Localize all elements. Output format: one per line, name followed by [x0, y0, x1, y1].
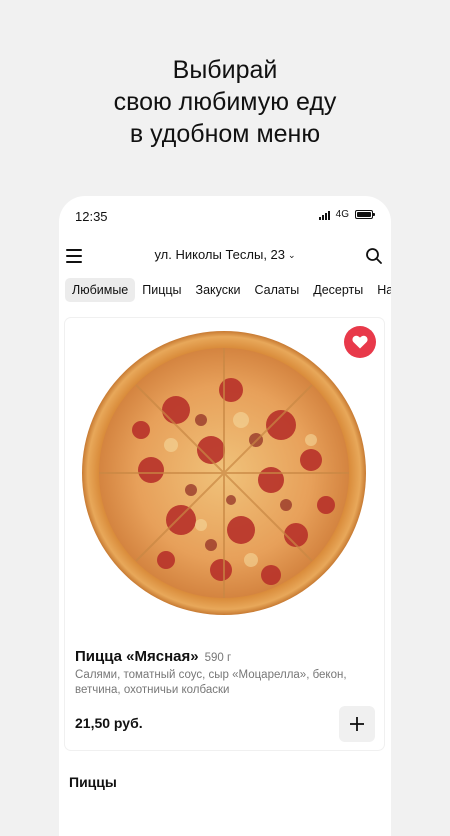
tab-pizzas[interactable]: Пиццы [135, 278, 188, 302]
product-description: Салями, томатный соус, сыр «Моцарелла», … [75, 669, 347, 696]
address-label: ул. Николы Теслы, 23 [154, 247, 285, 262]
plus-icon [350, 717, 364, 731]
tab-salads[interactable]: Салаты [247, 278, 306, 302]
tab-desserts[interactable]: Десерты [306, 278, 370, 302]
battery-icon [355, 210, 375, 219]
heart-icon [352, 335, 368, 349]
signal-icon [318, 210, 330, 220]
pizza-image [82, 331, 366, 615]
section-title: Пиццы [69, 774, 117, 790]
address-selector[interactable]: ул. Николы Теслы, 23 ⌄ [59, 247, 391, 262]
headline-line-2: свою любимую еду [113, 88, 337, 116]
tab-drinks[interactable]: На [370, 278, 391, 302]
category-tabs: Любимые Пиццы Закуски Салаты Десерты На [65, 278, 391, 302]
product-name-row: Пицца «Мясная» 590 г [75, 648, 231, 665]
promo-headline: Выбирай свою любимую еду в удобном меню [0, 54, 450, 150]
tab-favorites[interactable]: Любимые [65, 278, 136, 302]
headline-line-1: Выбирай [172, 56, 278, 84]
search-icon[interactable] [365, 247, 383, 265]
status-bar: 12:35 4G [59, 196, 391, 236]
product-card[interactable]: Пицца «Мясная» 590 г Салями, томатный соу… [65, 318, 384, 750]
status-indicators: 4G [318, 209, 375, 220]
app-header: ул. Николы Теслы, 23 ⌄ [59, 242, 391, 270]
product-price: 21,50 руб. [75, 715, 143, 731]
product-name: Пицца «Мясная» [75, 648, 199, 665]
favorite-heart-button[interactable] [344, 326, 376, 358]
headline-line-3: в удобном меню [129, 120, 321, 148]
add-to-cart-button[interactable] [339, 706, 375, 742]
tab-snacks[interactable]: Закуски [189, 278, 248, 302]
phone-screen: 12:35 4G ул. Николы Теслы, 23 ⌄ Любимые П… [59, 196, 391, 836]
network-type: 4G [335, 209, 349, 220]
status-time: 12:35 [75, 209, 108, 224]
product-weight: 590 г [204, 652, 232, 664]
chevron-down-icon: ⌄ [288, 250, 296, 260]
